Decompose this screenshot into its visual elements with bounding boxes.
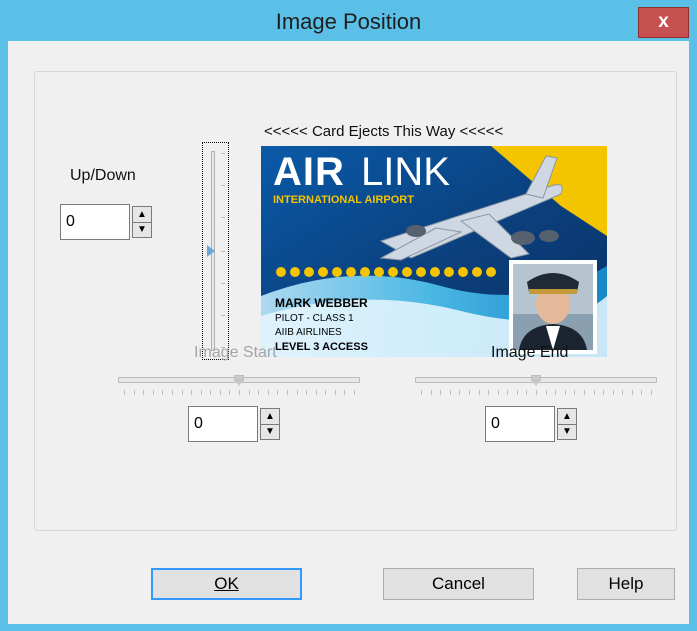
image-start-increment-icon[interactable]: ▲ bbox=[261, 409, 279, 425]
image-end-increment-icon[interactable]: ▲ bbox=[558, 409, 576, 425]
slider-tick bbox=[133, 390, 135, 395]
card-subtitle: INTERNATIONAL AIRPORT bbox=[273, 194, 414, 206]
slider-tick bbox=[248, 390, 250, 395]
card-holder-name: MARK WEBBER bbox=[275, 296, 368, 310]
cancel-button[interactable]: Cancel bbox=[383, 568, 534, 600]
image-end-label: Image End bbox=[491, 344, 569, 361]
slider-tick bbox=[267, 390, 269, 395]
up-down-increment-icon[interactable]: ▲ bbox=[133, 207, 151, 223]
slider-tick bbox=[354, 390, 355, 395]
slider-tick bbox=[564, 390, 566, 395]
card-access-level: LEVEL 3 ACCESS bbox=[275, 341, 368, 353]
close-icon: x bbox=[658, 11, 669, 32]
slider-tick bbox=[449, 390, 451, 395]
position-group: Up/Down ▲ ▼ <<<<< Card bbox=[34, 71, 677, 531]
slider-tick bbox=[612, 390, 614, 395]
slider-tick bbox=[344, 390, 346, 395]
slider-tick bbox=[459, 390, 461, 395]
card-holder-airline: AIIB AIRLINES bbox=[275, 327, 342, 338]
up-down-spin-buttons: ▲ ▼ bbox=[132, 206, 152, 238]
slider-tick bbox=[315, 390, 317, 395]
slider-tick bbox=[152, 390, 154, 395]
slider-tick bbox=[239, 390, 240, 395]
image-start-label: Image Start bbox=[194, 344, 277, 361]
image-end-input[interactable] bbox=[485, 406, 555, 442]
slider-tick bbox=[497, 390, 499, 395]
image-start-slider-thumb[interactable] bbox=[234, 375, 244, 386]
slider-tick bbox=[545, 390, 547, 395]
image-start-decrement-icon[interactable]: ▼ bbox=[261, 424, 279, 439]
slider-tick bbox=[641, 390, 643, 395]
cancel-button-label: Cancel bbox=[432, 574, 485, 593]
slider-tick bbox=[191, 390, 193, 395]
slider-tick bbox=[622, 390, 624, 395]
title-bar[interactable]: Image Position x bbox=[0, 0, 697, 40]
up-down-slider-thumb[interactable] bbox=[207, 245, 215, 257]
slider-tick bbox=[221, 283, 225, 284]
image-end-spin-buttons: ▲ ▼ bbox=[557, 408, 577, 440]
image-end-decrement-icon[interactable]: ▼ bbox=[558, 424, 576, 439]
slider-tick bbox=[219, 390, 221, 395]
up-down-slider[interactable] bbox=[202, 142, 229, 360]
slider-tick bbox=[258, 390, 260, 395]
card-brand-light: LINK bbox=[361, 150, 450, 194]
slider-tick bbox=[277, 390, 279, 395]
window-title: Image Position bbox=[275, 9, 422, 34]
card-brand-bold: AIR bbox=[273, 150, 345, 194]
close-button[interactable]: x bbox=[638, 7, 689, 38]
slider-tick bbox=[430, 390, 432, 395]
slider-tick bbox=[526, 390, 528, 395]
slider-tick bbox=[171, 390, 173, 395]
slider-tick bbox=[421, 390, 422, 395]
slider-tick bbox=[593, 390, 595, 395]
up-down-label: Up/Down bbox=[70, 167, 136, 184]
help-button-label: Help bbox=[608, 574, 644, 593]
slider-tick bbox=[603, 390, 605, 395]
slider-tick bbox=[221, 217, 225, 218]
slider-tick bbox=[488, 390, 490, 395]
ok-button[interactable]: OK bbox=[151, 568, 302, 600]
up-down-decrement-icon[interactable]: ▼ bbox=[133, 222, 151, 237]
slider-tick bbox=[286, 390, 288, 395]
card-direction-label: <<<<< Card Ejects This Way <<<<< bbox=[264, 123, 504, 140]
slider-tick bbox=[162, 390, 164, 395]
slider-tick bbox=[221, 185, 225, 186]
slider-tick bbox=[221, 251, 225, 252]
slider-tick bbox=[478, 390, 480, 395]
slider-tick bbox=[296, 390, 298, 395]
image-start-spin-buttons: ▲ ▼ bbox=[260, 408, 280, 440]
slider-tick bbox=[181, 390, 183, 395]
slider-tick bbox=[210, 390, 212, 395]
slider-tick bbox=[306, 390, 308, 395]
slider-tick bbox=[325, 390, 327, 395]
slider-tick bbox=[651, 390, 652, 395]
dialog-body: Up/Down ▲ ▼ <<<<< Card bbox=[8, 41, 689, 624]
slider-tick bbox=[440, 390, 442, 395]
ok-button-label: OK bbox=[214, 574, 239, 593]
slider-tick bbox=[516, 390, 518, 395]
slider-tick bbox=[143, 390, 145, 395]
slider-tick bbox=[555, 390, 557, 395]
slider-tick bbox=[334, 390, 336, 395]
slider-tick bbox=[507, 390, 509, 395]
image-start-slider[interactable] bbox=[118, 375, 360, 403]
card-preview-image: AIR LINK INTERNATIONAL AIRPORT MARK WEBB… bbox=[261, 146, 607, 357]
slider-tick bbox=[221, 315, 225, 316]
slider-tick bbox=[574, 390, 576, 395]
slider-tick bbox=[468, 390, 470, 395]
up-down-input[interactable] bbox=[60, 204, 130, 240]
slider-tick bbox=[536, 390, 537, 395]
slider-tick bbox=[229, 390, 231, 395]
image-position-dialog: Image Position x Up/Down ▲ ▼ bbox=[0, 0, 697, 631]
slider-tick bbox=[631, 390, 633, 395]
image-start-input[interactable] bbox=[188, 406, 258, 442]
slider-tick bbox=[221, 153, 225, 154]
help-button[interactable]: Help bbox=[577, 568, 675, 600]
card-holder-role: PILOT - CLASS 1 bbox=[275, 313, 354, 324]
image-end-slider-thumb[interactable] bbox=[531, 375, 541, 386]
image-end-slider[interactable] bbox=[415, 375, 657, 403]
slider-tick bbox=[200, 390, 202, 395]
slider-tick bbox=[124, 390, 125, 395]
slider-tick bbox=[583, 390, 585, 395]
